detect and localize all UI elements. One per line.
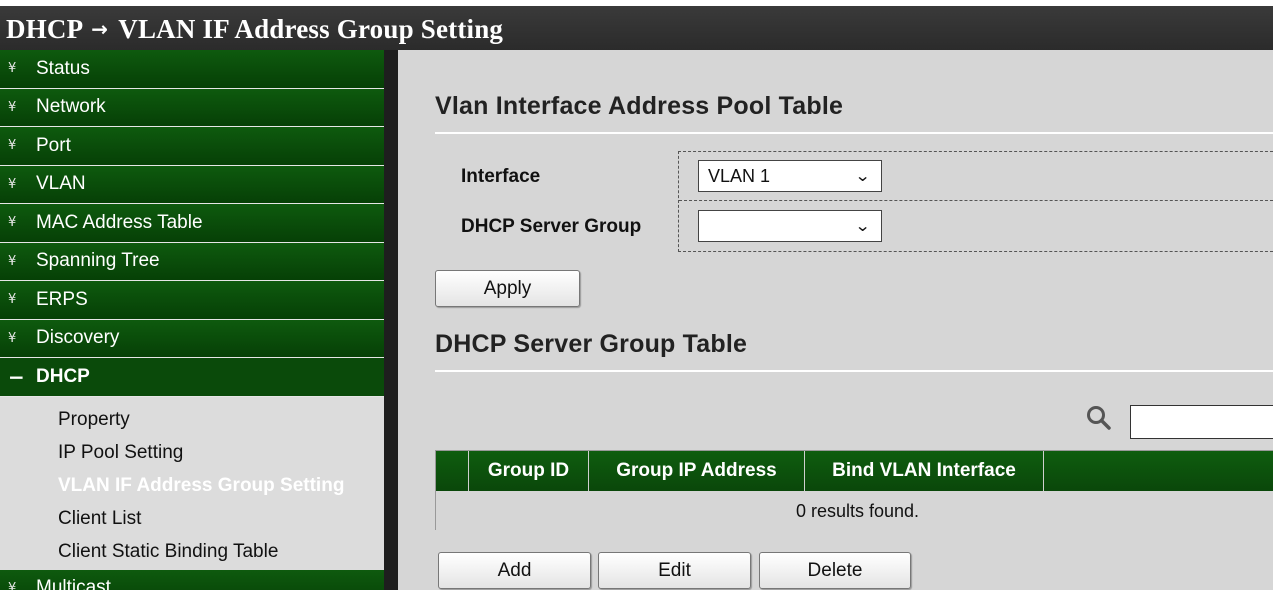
server-group-table: Group ID Group IP Address Bind VLAN Inte… [435, 450, 1273, 531]
sidebar-item-mac-address-table[interactable]: ¥ MAC Address Table [0, 204, 384, 243]
collapsed-icon: ¥ [8, 99, 17, 115]
section-divider [435, 370, 1273, 372]
edit-button[interactable]: Edit [598, 552, 751, 589]
select-all-column[interactable] [436, 451, 469, 491]
sidebar-item-label: Network [36, 96, 106, 118]
dhcp-submenu: Property IP Pool Setting VLAN IF Address… [0, 396, 384, 570]
dhcp-server-group-label: DHCP Server Group [461, 216, 642, 237]
sidebar-item-discovery[interactable]: ¥ Discovery [0, 319, 384, 358]
collapsed-icon: ¥ [8, 215, 17, 231]
submenu-item-ip-pool-setting[interactable]: IP Pool Setting [0, 436, 384, 469]
sidebar-item-port[interactable]: ¥ Port [0, 127, 384, 166]
interface-label: Interface [461, 166, 541, 187]
sidebar-item-label: Status [36, 57, 90, 79]
submenu-item-client-static-binding-table[interactable]: Client Static Binding Table [0, 535, 384, 568]
sidebar-item-dhcp[interactable]: − DHCP [0, 358, 384, 397]
chevron-down-icon: ⌄ [854, 166, 871, 185]
sidebar-item-erps[interactable]: ¥ ERPS [0, 281, 384, 320]
table-header: Group ID Group IP Address Bind VLAN Inte… [436, 451, 1273, 491]
dhcp-server-group-select[interactable]: ⌄ [698, 210, 882, 242]
column-group-id[interactable]: Group ID [469, 451, 589, 491]
collapsed-icon: ¥ [8, 330, 17, 346]
sidebar-item-label: Port [36, 134, 71, 156]
main-content: Vlan Interface Address Pool Table Interf… [398, 50, 1273, 590]
apply-button[interactable]: Apply [435, 270, 580, 307]
sidebar-item-label: Discovery [36, 327, 120, 349]
table-empty-message: 0 results found. [436, 491, 1273, 531]
arrow-right-icon: → [91, 17, 109, 41]
pool-table-title: Vlan Interface Address Pool Table [435, 92, 844, 120]
sidebar-item-spanning-tree[interactable]: ¥ Spanning Tree [0, 242, 384, 281]
sidebar-item-label: ERPS [36, 288, 88, 310]
interface-select[interactable]: VLAN 1 ⌄ [698, 160, 882, 192]
sidebar-divider [384, 50, 398, 590]
sidebar-item-label: DHCP [36, 365, 90, 387]
sidebar-item-multicast[interactable]: ¥ Multicast [0, 569, 384, 590]
expanded-icon: − [8, 364, 25, 389]
column-bind-vlan-interface[interactable]: Bind VLAN Interface [805, 451, 1044, 491]
sidebar-item-status[interactable]: ¥ Status [0, 50, 384, 89]
delete-button[interactable]: Delete [759, 552, 911, 589]
interface-select-value: VLAN 1 [708, 166, 771, 186]
sidebar-item-label: VLAN [36, 173, 86, 195]
submenu-item-client-list[interactable]: Client List [0, 502, 384, 535]
chevron-down-icon: ⌄ [854, 216, 871, 235]
collapsed-icon: ¥ [8, 176, 17, 192]
sidebar-item-vlan[interactable]: ¥ VLAN [0, 165, 384, 204]
sidebar-item-label: MAC Address Table [36, 211, 203, 233]
search-input[interactable] [1130, 405, 1273, 439]
submenu-item-property[interactable]: Property [0, 403, 384, 436]
sidebar-item-label: Multicast [36, 577, 111, 590]
sidebar-item-network[interactable]: ¥ Network [0, 88, 384, 127]
title-bar: DHCP → VLAN IF Address Group Setting [0, 0, 1273, 50]
add-button[interactable]: Add [438, 552, 591, 589]
section-divider [435, 132, 1273, 134]
collapsed-icon: ¥ [8, 253, 17, 269]
collapsed-icon: ¥ [8, 292, 17, 308]
page-title: DHCP → VLAN IF Address Group Setting [6, 14, 503, 45]
submenu-item-vlan-if-address-group-setting[interactable]: VLAN IF Address Group Setting [0, 469, 384, 502]
sidebar: ¥ Status ¥ Network ¥ Port ¥ VLAN ¥ MAC Addres… [0, 50, 384, 590]
collapsed-icon: ¥ [8, 138, 17, 154]
form-row-divider [679, 200, 1273, 201]
collapsed-icon: ¥ [8, 61, 17, 77]
column-group-ip-address[interactable]: Group IP Address [589, 451, 805, 491]
title-section: DHCP [6, 14, 84, 44]
sidebar-item-label: Spanning Tree [36, 250, 160, 272]
collapsed-icon: ¥ [8, 580, 17, 590]
title-page: VLAN IF Address Group Setting [118, 14, 504, 44]
search-icon[interactable] [1086, 405, 1112, 431]
group-table-title: DHCP Server Group Table [435, 330, 748, 358]
